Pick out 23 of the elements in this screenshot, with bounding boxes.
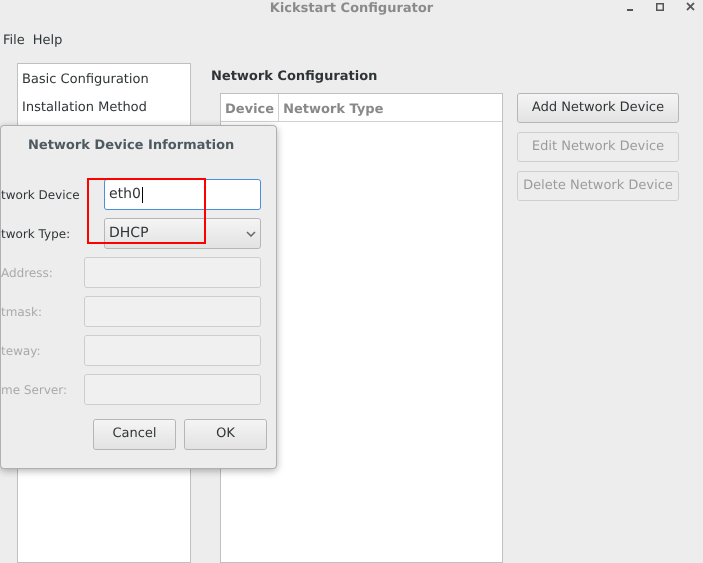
field-label: me Server:	[1, 382, 68, 398]
dialog-button[interactable]: OK	[184, 418, 267, 450]
column-header[interactable]: Device	[221, 94, 280, 120]
field-label: teway:	[1, 342, 42, 360]
field-label: twork Device	[1, 186, 81, 204]
sidebar-item[interactable]: Installation Method	[18, 98, 190, 117]
menu-item[interactable]: Help	[30, 31, 64, 51]
window-title: Kickstart Configurator	[270, 0, 434, 18]
menu-item[interactable]: File	[1, 31, 27, 51]
close-icon[interactable]	[686, 2, 695, 11]
chevron-down-icon	[246, 230, 256, 236]
field-label: Address:	[1, 264, 54, 282]
input-field[interactable]: eth0	[104, 179, 261, 210]
action-button[interactable]: Add Network Device	[517, 92, 679, 122]
dialog-button[interactable]: Cancel	[93, 418, 176, 450]
section-title: Network Configuration	[211, 68, 378, 86]
sidebar-item[interactable]: Basic Configuration	[18, 70, 190, 90]
field-label: twork Type:	[1, 226, 72, 242]
field-label: tmask:	[1, 304, 43, 320]
type-dropdown[interactable]: DHCP	[104, 218, 261, 249]
maximize-icon[interactable]	[656, 2, 664, 10]
dialog-title: Network Device Information	[28, 137, 236, 155]
column-header[interactable]: Network Type	[279, 94, 388, 120]
